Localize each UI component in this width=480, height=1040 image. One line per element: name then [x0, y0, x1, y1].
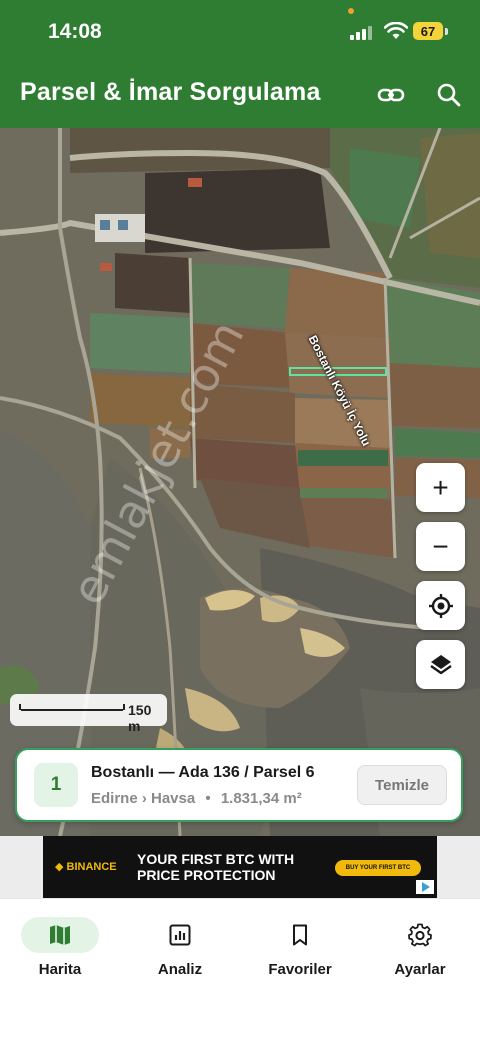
- satellite-map[interactable]: Bostanlı Köyü İç Yolu emlakjet.com + − 1…: [0, 128, 480, 836]
- app-title: Parsel & İmar Sorgulama: [20, 78, 321, 106]
- parcel-location: Edirne › Havsa: [91, 790, 196, 807]
- privacy-indicator-dot: [348, 8, 354, 14]
- zoom-in-button[interactable]: +: [416, 463, 465, 512]
- zoom-in-icon: +: [432, 471, 449, 503]
- app-bar: Parsel & İmar Sorgulama: [0, 62, 480, 128]
- battery-tip: [445, 28, 448, 35]
- parcel-separator: •: [205, 790, 211, 807]
- battery-level: 67: [420, 23, 436, 39]
- settings-icon: [408, 923, 432, 947]
- nav-item-favoriler[interactable]: Favoriler: [240, 913, 360, 983]
- ad-brand-text: BINANCE: [66, 861, 117, 873]
- nav-label-ayarlar: Ayarlar: [394, 961, 446, 978]
- parcel-title: Bostanlı — Ada 136 / Parsel 6: [91, 764, 315, 781]
- search-button[interactable]: [432, 78, 466, 112]
- status-bar: 14:08 67: [0, 0, 480, 62]
- bookmark-icon: [293, 924, 307, 946]
- wifi-icon: [384, 22, 408, 39]
- ad-brand: ◆ BINANCE: [55, 860, 117, 873]
- chart-icon: [169, 924, 191, 946]
- ad-banner[interactable]: ◆ BINANCE YOUR FIRST BTC WITH PRICE PROT…: [43, 836, 437, 898]
- cellular-signal-icon: [350, 24, 376, 40]
- nav-item-ayarlar[interactable]: Ayarlar: [360, 913, 480, 983]
- parcel-details: Edirne › Havsa • 1.831,34 m²: [91, 790, 302, 807]
- nav-item-harita[interactable]: Harita: [0, 913, 120, 983]
- nav-label-favoriler: Favoriler: [268, 961, 332, 978]
- clear-button[interactable]: Temizle: [357, 765, 447, 805]
- nav-label-harita: Harita: [38, 961, 82, 978]
- battery-indicator: 67: [413, 22, 443, 40]
- map-scale: 150 m: [10, 694, 167, 734]
- share-link-button[interactable]: [374, 78, 408, 112]
- zoom-out-button[interactable]: −: [416, 522, 465, 571]
- ad-headline: YOUR FIRST BTC WITH PRICE PROTECTION: [137, 851, 295, 883]
- parcel-result-card[interactable]: 1 Bostanlı — Ada 136 / Parsel 6 Edirne ›…: [15, 748, 463, 822]
- link-icon: [377, 88, 405, 102]
- zoom-out-icon: −: [432, 530, 449, 562]
- binance-logo-icon: ◆: [55, 861, 67, 873]
- scale-label: 150 m: [128, 702, 152, 734]
- nav-item-analiz[interactable]: Analiz: [120, 913, 240, 983]
- map-icon: [50, 925, 70, 945]
- my-location-icon: [428, 593, 453, 618]
- layers-button[interactable]: [416, 640, 465, 689]
- ad-cta-button[interactable]: BUY YOUR FIRST BTC: [335, 860, 421, 876]
- scale-bar: [19, 704, 125, 711]
- parcel-area: 1.831,34 m²: [220, 790, 302, 807]
- satellite-imagery: [0, 128, 480, 836]
- nav-label-analiz: Analiz: [157, 961, 203, 978]
- my-location-button[interactable]: [416, 581, 465, 630]
- bottom-navigation: Harita Analiz Favoriler Ayarlar: [0, 898, 480, 1040]
- ad-choices-icon[interactable]: [416, 880, 434, 894]
- parcel-index-badge: 1: [34, 763, 78, 807]
- layers-icon: [429, 654, 452, 674]
- status-time: 14:08: [48, 20, 102, 43]
- search-icon: [437, 83, 461, 107]
